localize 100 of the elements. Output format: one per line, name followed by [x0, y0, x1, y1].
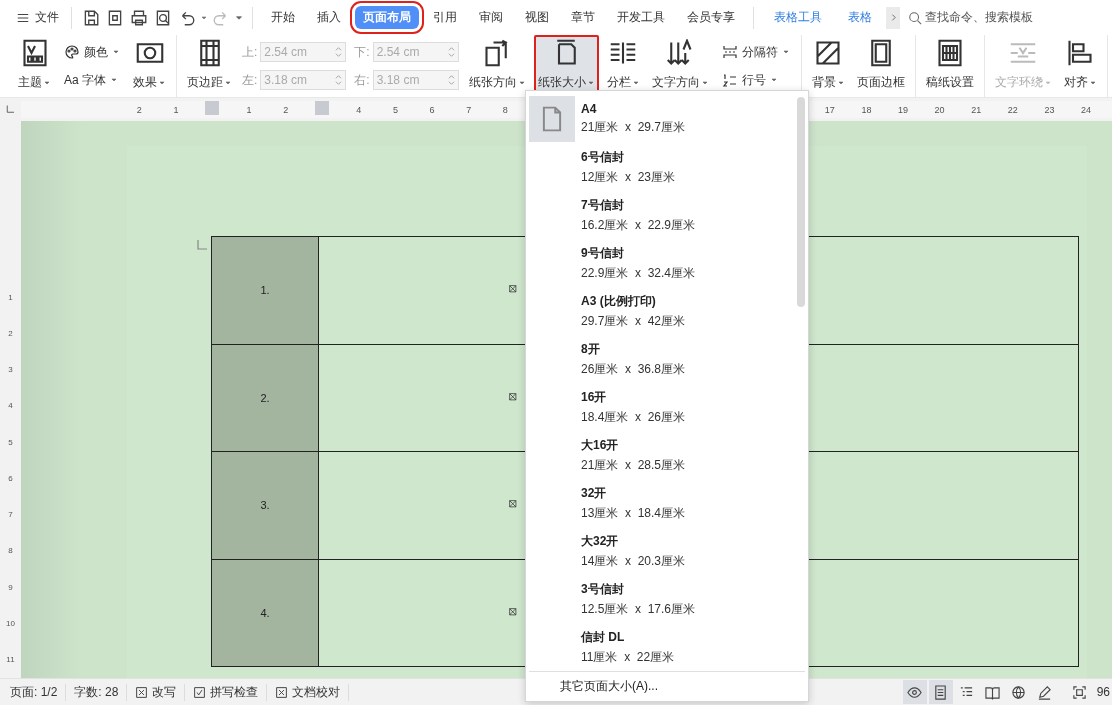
print-preview-icon[interactable]	[154, 8, 172, 27]
book-icon	[985, 684, 1001, 700]
theme-icon	[20, 39, 49, 67]
ruler-number: 20	[933, 103, 946, 117]
caret-icon	[200, 13, 208, 22]
ruler-number: 2	[7, 327, 14, 340]
ruler-number: 1	[172, 103, 180, 117]
ruler-number: 19	[897, 103, 909, 117]
table-cell: 4.	[211, 559, 319, 667]
view-mode-button[interactable]	[928, 680, 953, 704]
status-text: 页面: 1/2	[10, 683, 67, 701]
menu-item[interactable]: 6号信封 12厘米 x 23厘米	[529, 143, 797, 191]
status-toggle[interactable]: 拼写检查	[185, 683, 268, 701]
ruler-number: 2	[282, 103, 290, 117]
field-label: 上:	[242, 43, 258, 61]
table-cell: 3.	[211, 451, 319, 559]
ruler-number: 6	[428, 103, 436, 117]
status-toggle[interactable]: 文档校对	[267, 683, 350, 701]
ruler-number: 6	[7, 472, 14, 485]
ribbon-button[interactable]: 文字方向	[647, 35, 713, 97]
field-label: 右:	[354, 71, 370, 89]
page-break-icon	[721, 44, 738, 60]
eye-icon	[907, 684, 923, 700]
ribbon-tab[interactable]: 表格	[840, 6, 880, 29]
align-icon	[1066, 39, 1095, 67]
ruler-number: 17	[823, 103, 836, 117]
save-icon[interactable]	[82, 8, 100, 27]
menu-item[interactable]: 其它页面大小(A)...	[529, 671, 805, 701]
ruler-number: 4	[7, 400, 14, 413]
ribbon-tab[interactable]: 开始	[263, 6, 303, 29]
ruler-number: 11	[5, 654, 16, 667]
menu-item[interactable]: 7号信封 16.2厘米 x 22.9厘米	[529, 191, 797, 239]
cell-end-mark-icon	[509, 607, 519, 618]
ribbon-tab[interactable]: 开发工具	[609, 6, 673, 29]
menu-item[interactable]: 8开 26厘米 x 36.8厘米	[529, 335, 797, 383]
ruler-number: 4	[355, 103, 363, 117]
file-menu-button[interactable]: 文件	[12, 7, 63, 28]
ribbon-button[interactable]: 页边距	[183, 35, 236, 97]
print-icon[interactable]	[130, 8, 148, 27]
ruler-number: 22	[1006, 103, 1019, 117]
tab-stop-selector-icon[interactable]	[4, 103, 17, 116]
ribbon-button[interactable]: 背景	[807, 35, 849, 97]
menu-item[interactable]: 大32开 14厘米 x 20.3厘米	[529, 527, 797, 575]
ruler-number: 10	[5, 618, 16, 630]
ribbon-tab[interactable]: 视图	[517, 6, 557, 29]
status-toggle[interactable]: 改写	[127, 683, 186, 701]
scrollbar-thumb[interactable]	[797, 97, 805, 307]
ruler-number: 7	[7, 509, 14, 522]
ruler-number: 5	[7, 436, 14, 449]
cell-end-mark-icon	[509, 392, 519, 403]
ruler-number: 18	[860, 103, 873, 117]
search-field[interactable]: 查找命令、搜索模板	[908, 9, 1033, 26]
ruler-number: 24	[1079, 103, 1092, 117]
margin-marker[interactable]	[205, 101, 220, 115]
field-label: 下:	[354, 43, 370, 61]
margin-marker[interactable]	[315, 101, 330, 115]
ruler-number: 21	[970, 103, 983, 117]
ribbon-tab[interactable]: 插入	[309, 6, 349, 29]
fullscreen-icon[interactable]	[1071, 684, 1087, 700]
ribbon-tab[interactable]: 引用	[425, 6, 465, 29]
ribbon-button[interactable]: 分栏	[602, 35, 644, 97]
view-mode-button[interactable]	[902, 680, 927, 704]
ribbon-button[interactable]: 主题	[14, 35, 55, 97]
menu-item[interactable]: A4 21厘米 x 29.7厘米	[529, 95, 797, 143]
grid-paper-icon	[935, 39, 964, 67]
line-numbers-icon	[721, 72, 738, 88]
ribbon-button[interactable]: 稿纸设置	[921, 35, 978, 97]
ruler-number: 2	[135, 103, 143, 117]
ribbon-tab[interactable]: 审阅	[471, 6, 511, 29]
ribbon-tab[interactable]: 会员专享	[679, 6, 743, 29]
ruler-number: 1	[7, 291, 14, 304]
ruler-number: 9	[7, 581, 14, 594]
ribbon-button[interactable]: 效果	[129, 35, 170, 97]
ribbon-tab[interactable]: 表格工具	[766, 6, 830, 29]
ruler-number: 23	[1043, 103, 1056, 117]
zoom-level[interactable]: 96	[1086, 685, 1112, 699]
ribbon-button[interactable]: 纸张方向	[464, 35, 530, 97]
ribbon-button[interactable]: Aa 字体	[61, 70, 123, 90]
ribbon-button[interactable]: 行号	[718, 70, 793, 90]
menu-item[interactable]: 3号信封 12.5厘米 x 17.6厘米	[529, 575, 797, 623]
ribbon-button[interactable]: 页面边框	[852, 35, 909, 97]
ruler-number: 1	[245, 103, 253, 117]
ruler-number: 8	[501, 103, 509, 117]
ribbon-tab[interactable]: 章节	[563, 6, 603, 29]
pen-icon	[1037, 684, 1053, 700]
status-text: 字数: 28	[66, 683, 128, 701]
menu-item[interactable]: 大16开 21厘米 x 28.5厘米	[529, 431, 797, 479]
globe-icon	[1011, 684, 1027, 700]
ribbon-button[interactable]: 分隔符	[718, 42, 793, 62]
page-view-icon	[933, 684, 949, 700]
ruler-number: 8	[7, 545, 14, 558]
menu-item[interactable]: 9号信封 22.9厘米 x 32.4厘米	[529, 239, 797, 287]
menu-item[interactable]: 信封 DL 11厘米 x 22厘米	[529, 623, 797, 671]
menu-item[interactable]: A3 (比例打印) 29.7厘米 x 42厘米	[529, 287, 797, 335]
ribbon-button[interactable]: 颜色	[61, 42, 123, 62]
ruler-number: 3	[7, 364, 14, 377]
ribbon-button[interactable]: 对齐	[1059, 35, 1101, 97]
menu-item[interactable]: 32开 13厘米 x 18.4厘米	[529, 479, 797, 527]
ruler-number: 5	[391, 103, 399, 117]
menu-item[interactable]: 16开 18.4厘米 x 26厘米	[529, 383, 797, 431]
